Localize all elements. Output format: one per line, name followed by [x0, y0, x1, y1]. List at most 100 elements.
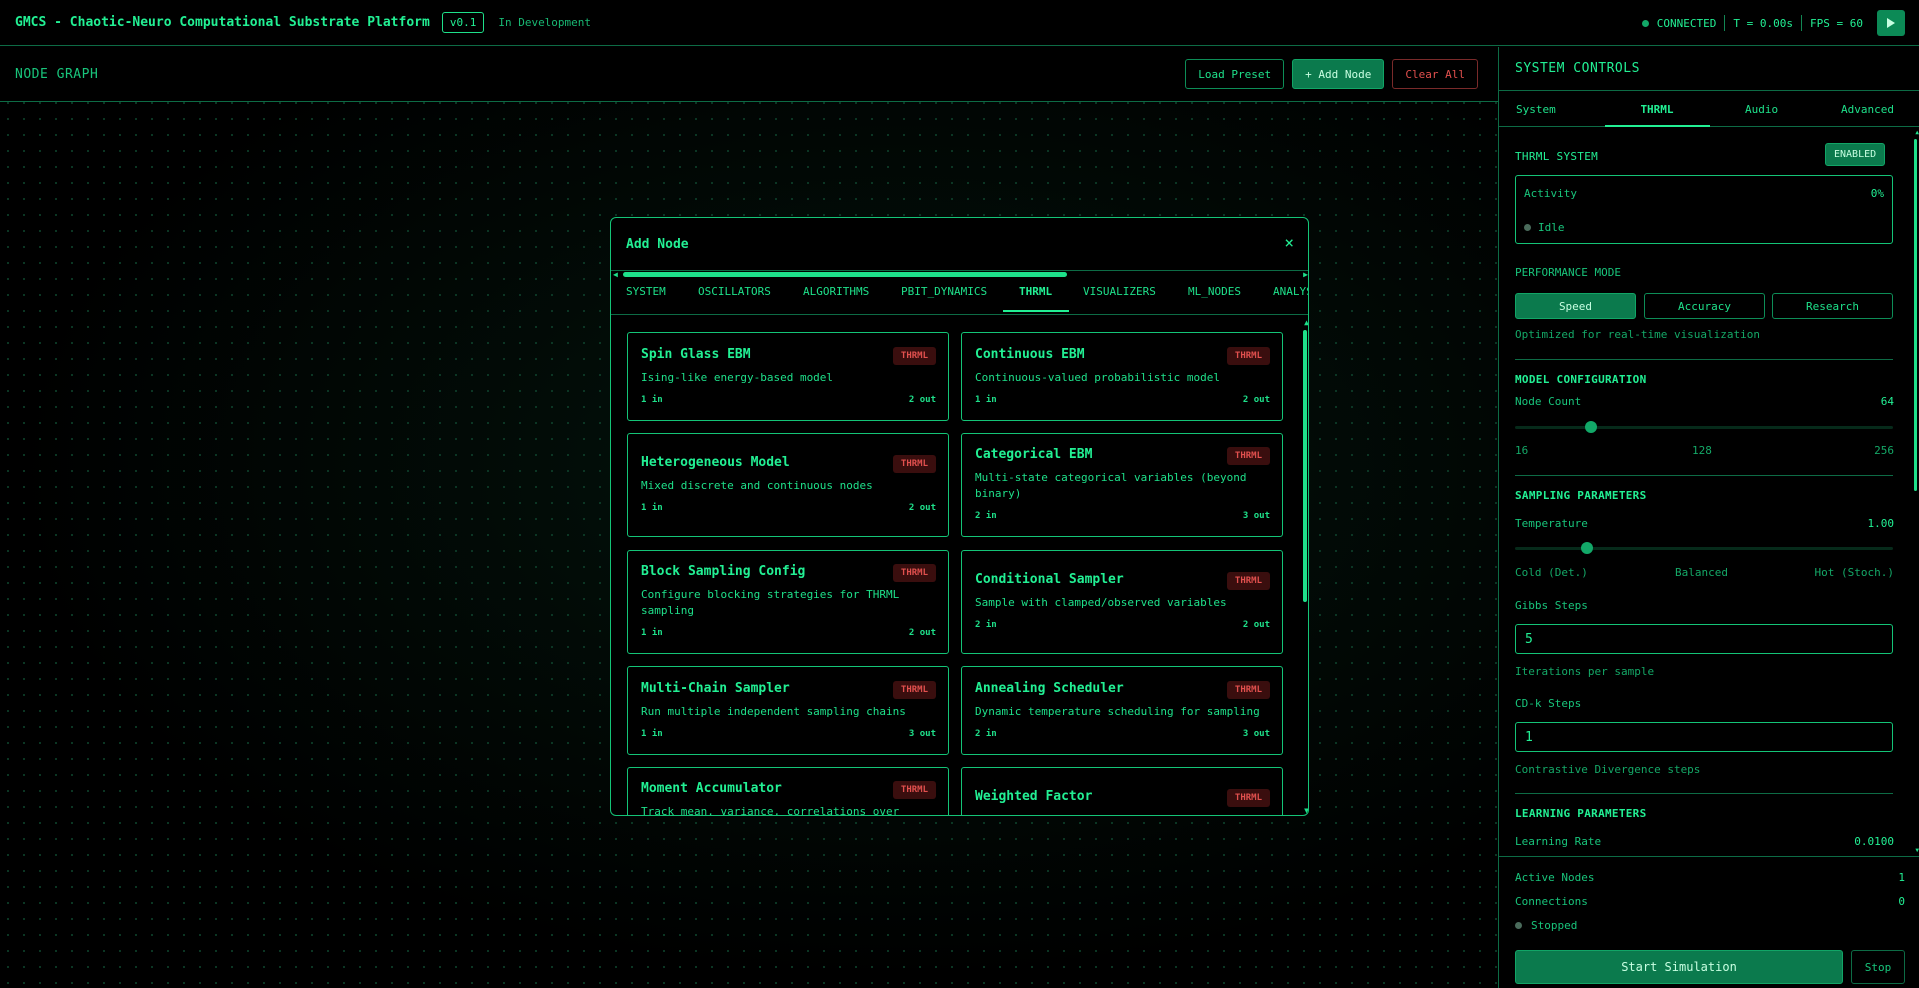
status-area: CONNECTED T = 0.00s FPS = 60	[1641, 10, 1905, 36]
tab-analysis[interactable]: ANALYS	[1273, 285, 1308, 298]
connection-status: CONNECTED	[1656, 16, 1717, 30]
node-card-weighted-factor[interactable]: Weighted Factor THRML	[961, 767, 1283, 815]
node-card-block-sampling-config[interactable]: Block Sampling Config THRML Configure bl…	[627, 550, 949, 654]
card-tag: THRML	[892, 455, 936, 473]
learning-heading: LEARNING PARAMETERS	[1515, 807, 1647, 820]
activity-label: Activity	[1524, 187, 1577, 200]
scroll-down-icon[interactable]: ▼	[1915, 847, 1919, 854]
load-preset-button[interactable]: Load Preset	[1185, 59, 1285, 89]
card-outputs: 2 out	[1242, 620, 1270, 630]
panel-header: SYSTEM CONTROLS	[1499, 47, 1919, 91]
thrml-system-label: THRML SYSTEM	[1515, 150, 1599, 163]
learning-rate-value: 0.0100	[1854, 835, 1894, 848]
node-count-slider-thumb[interactable]	[1584, 421, 1597, 433]
tab-visualizers[interactable]: VISUALIZERS	[1083, 285, 1156, 298]
active-nodes-value: 1	[1898, 871, 1905, 884]
play-button[interactable]	[1877, 10, 1905, 36]
node-card-conditional-sampler[interactable]: Conditional Sampler THRML Sample with cl…	[961, 550, 1283, 654]
temp-tick-balanced: Balanced	[1675, 566, 1728, 579]
dev-status: In Development	[498, 16, 592, 29]
node-count-slider[interactable]	[1515, 426, 1893, 429]
node-card-multi-chain-sampler[interactable]: Multi-Chain Sampler THRML Run multiple i…	[627, 666, 949, 755]
scroll-up-icon[interactable]: ▲	[1915, 129, 1919, 136]
card-outputs: 3 out	[908, 729, 936, 739]
card-tag: THRML	[1226, 447, 1270, 465]
temperature-slider[interactable]	[1515, 547, 1893, 550]
temp-tick-hot: Hot (Stoch.)	[1814, 566, 1894, 579]
card-name: Continuous EBM	[975, 347, 1085, 362]
node-card-moment-accumulator[interactable]: Moment Accumulator THRML Track mean, var…	[627, 767, 949, 815]
node-card-annealing-scheduler[interactable]: Annealing Scheduler THRML Dynamic temper…	[961, 666, 1283, 755]
active-tab-underline	[1605, 125, 1710, 127]
temperature-slider-thumb[interactable]	[1580, 542, 1593, 554]
gibbs-steps-input[interactable]: 5	[1515, 624, 1893, 654]
tab-audio[interactable]: Audio	[1745, 103, 1778, 116]
play-icon	[1887, 18, 1895, 28]
node-card-heterogeneous-model[interactable]: Heterogeneous Model THRML Mixed discrete…	[627, 433, 949, 537]
tab-thrml[interactable]: THRML	[1607, 103, 1707, 116]
tab-algorithms[interactable]: ALGORITHMS	[803, 285, 869, 298]
tabs-scrollbar-thumb[interactable]	[623, 272, 1067, 277]
card-name: Categorical EBM	[975, 447, 1093, 462]
cdk-steps-label: CD-k Steps	[1515, 697, 1582, 710]
node-graph-title: NODE GRAPH	[15, 66, 99, 82]
tabs-scrollbar[interactable]: ◀ ▶	[611, 270, 1308, 280]
card-description: Mixed discrete and continuous nodes	[641, 479, 873, 492]
fps-readout: FPS = 60	[1810, 16, 1863, 30]
card-name: Heterogeneous Model	[641, 455, 790, 470]
panel-scrollbar-thumb[interactable]	[1914, 139, 1917, 491]
cdk-steps-input[interactable]: 1	[1515, 722, 1893, 752]
connections-label: Connections	[1515, 895, 1588, 908]
system-controls-panel: SYSTEM CONTROLS System THRML Audio Advan…	[1498, 47, 1919, 988]
app-title: GMCS - Chaotic-Neuro Computational Subst…	[15, 15, 430, 30]
slider-tick-max: 256	[1874, 444, 1894, 457]
tab-advanced[interactable]: Advanced	[1841, 103, 1894, 116]
gibbs-steps-label: Gibbs Steps	[1515, 599, 1588, 612]
card-tag: THRML	[1226, 572, 1270, 590]
temperature-value: 1.00	[1867, 517, 1895, 530]
tab-ml-nodes[interactable]: ML_NODES	[1188, 285, 1241, 298]
scroll-right-icon[interactable]: ▶	[1303, 270, 1308, 279]
add-node-button[interactable]: + Add Node	[1292, 59, 1385, 89]
tab-system[interactable]: SYSTEM	[626, 285, 666, 298]
card-name: Multi-Chain Sampler	[641, 681, 790, 696]
version-badge: v0.1	[441, 12, 485, 33]
mode-speed-button[interactable]: Speed	[1515, 293, 1636, 319]
tab-oscillators[interactable]: OSCILLATORS	[698, 285, 771, 298]
node-list-scrollbar-thumb[interactable]	[1303, 330, 1307, 602]
card-tag: THRML	[892, 681, 936, 699]
start-simulation-button[interactable]: Start Simulation	[1515, 950, 1843, 984]
card-description: Dynamic temperature scheduling for sampl…	[975, 705, 1260, 718]
tab-pbit-dynamics[interactable]: PBIT_DYNAMICS	[901, 285, 987, 298]
panel-tabs: System THRML Audio Advanced	[1499, 91, 1919, 127]
node-count-value: 64	[1880, 395, 1894, 408]
card-name: Spin Glass EBM	[641, 347, 751, 362]
tab-system[interactable]: System	[1516, 103, 1556, 116]
panel-scrollbar[interactable]: ▲ ▼	[1913, 129, 1919, 857]
stop-button[interactable]: Stop	[1851, 950, 1905, 984]
scroll-up-icon[interactable]: ▲	[1304, 318, 1308, 327]
card-outputs: 2 out	[1242, 395, 1270, 405]
divider	[1515, 359, 1893, 360]
card-inputs: 1 in	[641, 628, 663, 638]
gibbs-steps-hint: Iterations per sample	[1515, 665, 1655, 678]
node-card-continuous-ebm[interactable]: Continuous EBM THRML Continuous-valued p…	[961, 332, 1283, 421]
card-outputs: 2 out	[908, 628, 936, 638]
tab-thrml[interactable]: THRML	[1019, 285, 1052, 298]
clear-all-button[interactable]: Clear All	[1392, 59, 1478, 89]
active-nodes-label: Active Nodes	[1515, 871, 1595, 884]
mode-accuracy-button[interactable]: Accuracy	[1644, 293, 1765, 319]
card-name: Moment Accumulator	[641, 781, 782, 796]
card-inputs: 2 in	[975, 729, 997, 739]
node-count-label: Node Count	[1515, 395, 1582, 408]
card-description: Ising-like energy-based model	[641, 371, 834, 384]
card-inputs: 2 in	[975, 620, 997, 630]
node-card-categorical-ebm[interactable]: Categorical EBM THRML Multi-state catego…	[961, 433, 1283, 537]
node-card-spin-glass-ebm[interactable]: Spin Glass EBM THRML Ising-like energy-b…	[627, 332, 949, 421]
mode-research-button[interactable]: Research	[1772, 293, 1893, 319]
close-icon[interactable]: ×	[1284, 233, 1294, 252]
modal-header: Add Node	[611, 218, 1308, 271]
scroll-left-icon[interactable]: ◀	[613, 270, 618, 279]
card-tag: THRML	[892, 781, 936, 799]
enabled-toggle[interactable]: ENABLED	[1825, 143, 1886, 166]
